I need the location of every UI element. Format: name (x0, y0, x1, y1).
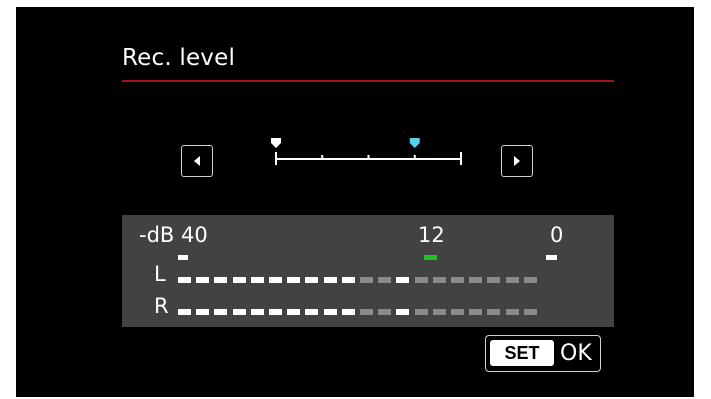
meter-segment (214, 309, 228, 315)
meter-segment (396, 277, 410, 283)
scale-label-db: -dB 40 (139, 223, 208, 247)
meter-segment (378, 309, 392, 315)
title-divider (122, 80, 614, 82)
scale-label-12: 12 (418, 223, 445, 247)
meter-segment (196, 277, 210, 283)
ok-button[interactable]: SET OK (485, 335, 601, 372)
slider-current-pointer (409, 138, 420, 148)
meter-segment (232, 309, 246, 315)
scale-mark-12 (424, 255, 437, 260)
slider-origin-pointer (271, 138, 281, 148)
meter-segment (305, 277, 319, 283)
caret-right-icon (514, 156, 520, 166)
meter-segment (451, 309, 464, 315)
scale-mark-40 (178, 255, 188, 260)
meter-segment (214, 277, 228, 283)
meter-segment (360, 309, 373, 315)
meter-segment (305, 309, 319, 315)
meter-segment (396, 309, 410, 315)
caret-left-icon (194, 156, 200, 166)
meter-segment (414, 309, 428, 315)
meter-segment (341, 309, 355, 315)
meter-segment (414, 277, 428, 283)
meter-segment (323, 309, 337, 315)
meter-segment (196, 309, 210, 315)
meter-segment (269, 277, 282, 283)
meter-segment (523, 277, 537, 283)
meter-segment (432, 277, 446, 283)
meter-segment (287, 309, 301, 315)
camera-screen: Rec. level -dB 40 12 0 L R SET OK (16, 7, 694, 397)
meter-segment (360, 277, 373, 283)
channel-label-left: L (154, 262, 166, 286)
scale-mark-0 (546, 255, 557, 260)
meter-segment (232, 277, 246, 283)
ok-label: OK (560, 341, 592, 366)
meter-segment (469, 277, 483, 283)
page-title: Rec. level (122, 45, 236, 71)
increase-level-button[interactable] (501, 145, 533, 177)
meter-segment (523, 309, 537, 315)
meter-segment (487, 277, 501, 283)
decrease-level-button[interactable] (181, 145, 213, 177)
meter-segment (250, 309, 264, 315)
meter-segment (269, 309, 282, 315)
meter-segment (378, 277, 392, 283)
meter-segment (250, 277, 264, 283)
meter-segment (505, 309, 519, 315)
meter-segment (341, 277, 355, 283)
meter-segment (432, 309, 446, 315)
meter-segment (451, 277, 464, 283)
meter-segment (487, 309, 501, 315)
channel-label-right: R (154, 294, 169, 318)
scale-label-0: 0 (550, 223, 564, 247)
meter-segment (323, 277, 337, 283)
meter-segment (178, 309, 191, 315)
audio-level-meter: -dB 40 12 0 L R (122, 215, 614, 327)
rec-level-slider[interactable] (271, 129, 466, 169)
meter-segment (178, 277, 191, 283)
set-badge: SET (490, 340, 554, 366)
meter-segment (505, 277, 519, 283)
meter-segment (469, 309, 483, 315)
meter-segment (287, 277, 301, 283)
